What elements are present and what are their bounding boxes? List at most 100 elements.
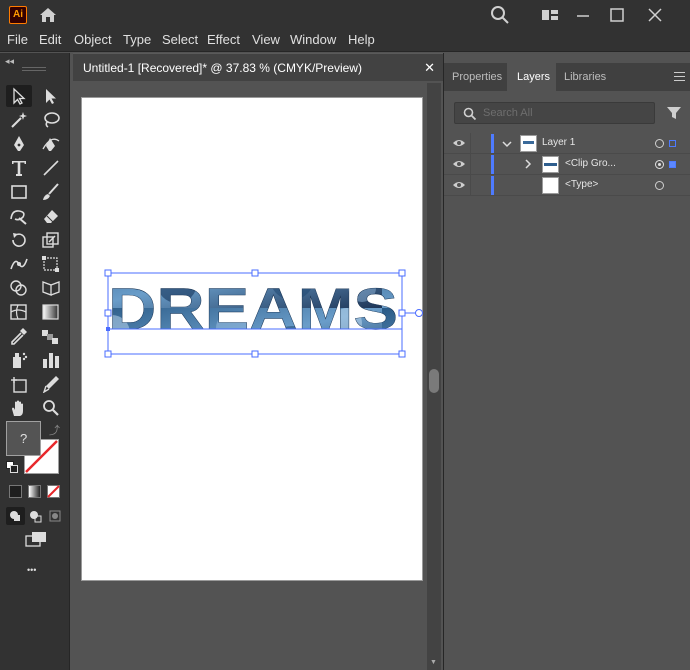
hand-tool-icon[interactable] [6, 397, 32, 419]
draw-normal-icon[interactable] [6, 507, 25, 525]
none-mode-icon[interactable] [47, 485, 60, 498]
draw-inside-icon[interactable] [46, 507, 65, 525]
lock-toggle[interactable] [470, 154, 471, 175]
vertical-scrollbar[interactable]: ▼ [427, 83, 441, 670]
panel-menu-icon[interactable] [674, 72, 685, 81]
perspective-grid-tool-icon[interactable] [38, 277, 64, 299]
menu-type[interactable]: Type [123, 32, 151, 47]
collapse-toolbar-icon[interactable]: ◂◂ [5, 56, 14, 67]
layers-panel: Properties Layers Libraries Search All L… [443, 53, 690, 670]
target-circle-icon[interactable] [655, 181, 664, 190]
eyedropper-tool-icon[interactable] [6, 325, 32, 347]
close-icon[interactable] [646, 5, 664, 25]
artboard[interactable]: DREAMS [81, 97, 423, 581]
arrange-documents-icon[interactable] [540, 5, 560, 25]
mesh-tool-icon[interactable] [6, 301, 32, 323]
filter-icon[interactable] [666, 105, 682, 126]
layers-search-field[interactable]: Search All [454, 102, 655, 124]
document-window: ▸▸ Untitled-1 [Recovered]* @ 37.83 % (CM… [71, 53, 447, 670]
target-circle-icon[interactable] [655, 160, 664, 169]
width-tool-icon[interactable] [6, 253, 32, 275]
artwork-text[interactable]: DREAMS [108, 277, 398, 342]
blend-tool-icon[interactable] [38, 325, 64, 347]
direct-selection-tool-icon[interactable] [38, 85, 64, 107]
home-icon[interactable] [37, 5, 59, 25]
default-fill-stroke-icon[interactable] [6, 461, 18, 473]
toolbar-grip[interactable] [22, 67, 46, 71]
visibility-eye-icon[interactable] [452, 180, 466, 190]
draw-behind-icon[interactable] [26, 507, 45, 525]
search-icon [463, 107, 477, 121]
menu-edit[interactable]: Edit [39, 32, 61, 47]
free-transform-tool-icon[interactable] [38, 253, 64, 275]
fill-unknown-label: ? [20, 431, 28, 446]
pen-tool-icon[interactable] [6, 133, 32, 155]
swap-fill-stroke-icon[interactable]: ⤴ [49, 422, 60, 438]
scrollbar-thumb[interactable] [429, 369, 439, 393]
shape-builder-tool-icon[interactable] [6, 277, 32, 299]
selection-tool-icon[interactable] [6, 85, 32, 107]
document-tab[interactable]: Untitled-1 [Recovered]* @ 37.83 % (CMYK/… [73, 53, 447, 81]
menu-help[interactable]: Help [348, 32, 375, 47]
gradient-tool-icon[interactable] [38, 301, 64, 323]
color-mode-icon[interactable] [9, 485, 22, 498]
minimize-icon[interactable] [574, 5, 592, 25]
zoom-tool-icon[interactable] [38, 397, 64, 419]
layer-color-indicator [491, 155, 494, 174]
scale-tool-icon[interactable] [38, 229, 64, 251]
rotate-tool-icon[interactable] [6, 229, 32, 251]
symbol-sprayer-tool-icon[interactable] [6, 349, 32, 371]
title-bar: Ai [0, 0, 690, 30]
menu-bar: File Edit Object Type Select Effect View… [0, 30, 690, 52]
maximize-icon[interactable] [608, 5, 626, 25]
slice-tool-icon[interactable] [38, 373, 64, 395]
menu-file[interactable]: File [7, 32, 28, 47]
gradient-mode-icon[interactable] [28, 485, 41, 498]
clip-group-name[interactable]: <Clip Gro... [565, 158, 616, 169]
layer-row-layer1[interactable]: Layer 1 [444, 133, 690, 154]
tools-panel: ◂◂ ? ⤴ ••• [0, 53, 70, 670]
menu-window[interactable]: Window [290, 32, 336, 47]
column-graph-tool-icon[interactable] [38, 349, 64, 371]
artboard-tool-icon[interactable] [6, 373, 32, 395]
rectangle-tool-icon[interactable] [6, 181, 32, 203]
collapse-layer-icon[interactable] [502, 139, 512, 149]
screen-mode-icon[interactable] [24, 530, 48, 550]
layer-row-clip-group[interactable]: <Clip Gro... [444, 154, 690, 175]
search-icon[interactable] [490, 5, 510, 25]
app-logo: Ai [9, 6, 27, 24]
visibility-eye-icon[interactable] [452, 138, 466, 148]
tab-libraries[interactable]: Libraries [558, 63, 624, 91]
type-layer-name[interactable]: <Type> [565, 179, 598, 190]
shaper-tool-icon[interactable] [6, 205, 32, 227]
selection-indicator-icon[interactable] [669, 161, 676, 168]
menu-effect[interactable]: Effect [207, 32, 240, 47]
scroll-down-icon[interactable]: ▼ [430, 659, 437, 666]
edit-toolbar-icon[interactable]: ••• [27, 565, 36, 575]
expand-group-icon[interactable] [523, 159, 533, 169]
layer-row-type[interactable]: <Type> [444, 175, 690, 196]
layer-color-indicator [491, 176, 494, 195]
menu-view[interactable]: View [252, 32, 280, 47]
visibility-eye-icon[interactable] [452, 159, 466, 169]
tab-layers[interactable]: Layers [507, 63, 556, 91]
selection-indicator-icon[interactable] [669, 140, 676, 147]
menu-object[interactable]: Object [74, 32, 112, 47]
eraser-tool-icon[interactable] [38, 205, 64, 227]
tab-properties[interactable]: Properties [444, 63, 506, 91]
magic-wand-tool-icon[interactable] [6, 109, 32, 131]
layer-color-indicator [491, 134, 494, 153]
layer-name[interactable]: Layer 1 [542, 137, 575, 148]
curvature-tool-icon[interactable] [38, 133, 64, 155]
paintbrush-tool-icon[interactable] [38, 181, 64, 203]
type-tool-icon[interactable] [6, 157, 32, 179]
lasso-tool-icon[interactable] [38, 109, 64, 131]
lock-toggle[interactable] [470, 133, 471, 154]
lock-toggle[interactable] [470, 175, 471, 196]
menu-select[interactable]: Select [162, 32, 198, 47]
target-circle-icon[interactable] [655, 139, 664, 148]
search-placeholder: Search All [483, 107, 533, 119]
fill-swatch[interactable]: ? [6, 421, 41, 456]
line-segment-tool-icon[interactable] [38, 157, 64, 179]
close-document-icon[interactable]: ✕ [424, 60, 435, 76]
